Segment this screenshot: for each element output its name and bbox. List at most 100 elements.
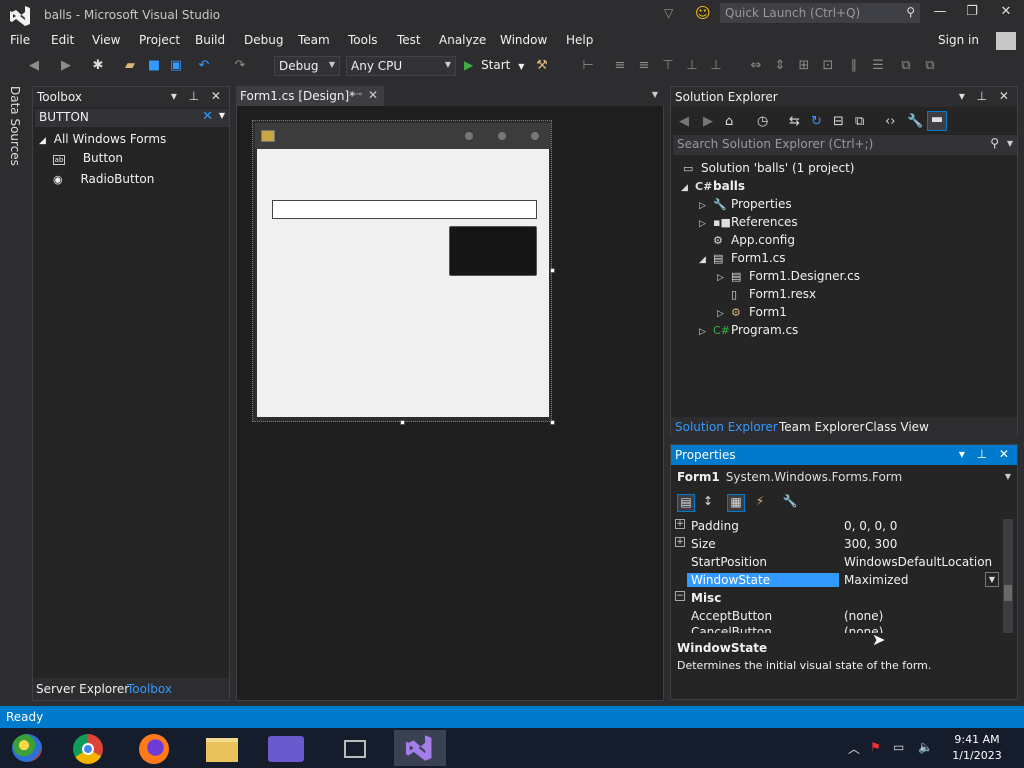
bring-to-front-icon[interactable]: ⧉ <box>898 58 914 74</box>
taskbar-visual-studio[interactable] <box>394 730 446 766</box>
resize-handle-corner[interactable] <box>550 420 555 425</box>
node-form1-resx[interactable]: ▯ Form1.resx <box>731 287 816 301</box>
node-properties[interactable]: ▷ 🔧 Properties <box>699 197 792 211</box>
feedback-smiley-icon[interactable]: ☺ <box>695 4 711 22</box>
alphabetical-view-icon[interactable]: ↕ <box>699 494 717 512</box>
tab-solution-explorer[interactable]: Solution Explorer <box>675 420 778 434</box>
menu-help[interactable]: Help <box>566 33 593 47</box>
panel-controls[interactable]: ▾ ⊥ ✕ <box>959 89 1013 103</box>
form-textbox-control[interactable] <box>272 200 537 219</box>
expand-plus-icon[interactable]: + <box>675 537 685 547</box>
forward-icon[interactable]: ▶ <box>703 114 713 129</box>
node-app-config[interactable]: ⚙ App.config <box>713 233 795 247</box>
node-program-cs[interactable]: ▷ C#Program.cs <box>699 323 798 337</box>
menu-debug[interactable]: Debug <box>244 33 283 47</box>
refresh-icon[interactable]: ↻ <box>811 114 822 129</box>
properties-object-selector[interactable]: Form1 System.Windows.Forms.Form <box>677 470 902 484</box>
sign-in-link[interactable]: Sign in <box>938 33 979 47</box>
tab-form1-design[interactable]: Form1.cs [Design]* ⊸ ✕ <box>236 86 384 106</box>
align-rights-icon[interactable]: ≡ <box>636 58 652 74</box>
tab-toolbox[interactable]: Toolbox <box>127 682 172 696</box>
toolbox-item-radiobutton[interactable]: ◉ RadioButton <box>53 172 154 186</box>
new-project-icon[interactable]: ✱ <box>90 58 106 74</box>
node-references[interactable]: ▷ ▪■References <box>699 215 798 229</box>
send-to-back-icon[interactable]: ⧉ <box>922 58 938 74</box>
collapse-all-icon[interactable]: ⊟ <box>833 114 844 129</box>
property-value[interactable]: Maximized <box>844 573 908 587</box>
project-node[interactable]: ◢ C#balls <box>681 179 745 193</box>
minimize-button[interactable]: — <box>926 4 954 24</box>
menu-test[interactable]: Test <box>397 33 421 47</box>
open-file-icon[interactable]: ▰ <box>122 58 138 74</box>
property-row-size[interactable]: + Size 300, 300 <box>671 535 1001 553</box>
taskbar-firefox[interactable] <box>128 730 180 766</box>
scrollbar-thumb[interactable] <box>1004 585 1012 601</box>
node-form1-designer-cs[interactable]: ▷ ▤ Form1.Designer.cs <box>717 269 860 283</box>
chevron-down-icon[interactable]: ▼ <box>985 572 999 587</box>
property-row-acceptbutton[interactable]: AcceptButton (none) <box>671 607 1001 625</box>
align-lefts-icon[interactable]: ⊢ <box>580 58 596 74</box>
property-value[interactable]: WindowsDefaultLocation <box>844 555 992 569</box>
chevron-down-icon[interactable]: ▼ <box>1005 472 1011 481</box>
chevron-down-icon[interactable]: ▼ <box>1007 139 1013 148</box>
menu-team[interactable]: Team <box>298 33 330 47</box>
property-category-misc[interactable]: − Misc <box>671 589 1001 607</box>
tab-class-view[interactable]: Class View <box>865 420 929 434</box>
network-icon[interactable]: ▭ <box>893 740 904 754</box>
navigate-forward-icon[interactable]: ▶ <box>58 58 74 74</box>
system-clock[interactable]: 9:41 AM 1/1/2023 <box>946 732 1008 764</box>
taskbar-people-app[interactable] <box>260 730 312 766</box>
undo-icon[interactable]: ↶ <box>196 58 212 74</box>
node-form1-cs[interactable]: ◢ ▤ Form1.cs <box>699 251 786 265</box>
align-tops-icon[interactable]: ⊤ <box>660 58 676 74</box>
preview-selected-items-icon[interactable]: ▬ <box>927 111 947 131</box>
resize-handle-bottom[interactable] <box>400 420 405 425</box>
property-pages-icon[interactable]: 🔧 <box>781 494 799 512</box>
solution-platform-select[interactable]: Any CPU ▼ <box>346 56 456 76</box>
tab-server-explorer[interactable]: Server Explorer <box>36 682 129 696</box>
show-all-files-icon[interactable]: ⧉ <box>855 114 864 129</box>
property-row-startposition[interactable]: StartPosition WindowsDefaultLocation <box>671 553 1001 571</box>
action-center-flag-icon[interactable]: ⚑ <box>870 740 881 754</box>
properties-view-icon[interactable]: ▦ <box>727 494 745 512</box>
vertical-spacing-icon[interactable]: ☰ <box>870 58 886 74</box>
toolbox-search-input[interactable]: BUTTON ✕ ▼ <box>35 109 229 127</box>
taskbar-chrome[interactable] <box>62 730 114 766</box>
sync-with-active-document-icon[interactable]: ⇆ <box>789 114 800 129</box>
pending-changes-filter-icon[interactable]: ◷ <box>757 114 768 129</box>
start-button[interactable] <box>2 730 54 766</box>
clear-search-icon[interactable]: ✕ <box>202 109 213 124</box>
tab-team-explorer[interactable]: Team Explorer <box>779 420 865 434</box>
make-same-height-icon[interactable]: ⇕ <box>772 58 788 74</box>
menu-view[interactable]: View <box>92 33 120 47</box>
properties-wrench-icon[interactable]: 🔧 <box>907 114 923 129</box>
taskbar-file-explorer[interactable] <box>196 730 248 766</box>
menu-project[interactable]: Project <box>139 33 180 47</box>
pin-icon[interactable]: ⊸ <box>354 89 362 100</box>
home-icon[interactable]: ⌂ <box>725 114 733 129</box>
align-centers-icon[interactable]: ≡ <box>612 58 628 74</box>
form1-design-frame[interactable] <box>252 120 552 422</box>
form-client-area[interactable] <box>257 149 549 417</box>
filter-icon[interactable]: ▽ <box>664 6 673 20</box>
save-icon[interactable]: ■ <box>146 58 162 74</box>
solution-node[interactable]: ▭ Solution 'balls' (1 project) <box>683 161 854 175</box>
toolbox-item-button[interactable]: ab Button <box>53 151 123 165</box>
events-view-icon[interactable]: ⚡ <box>751 494 769 512</box>
view-code-icon[interactable]: ‹› <box>885 114 895 129</box>
make-same-width-icon[interactable]: ⇔ <box>748 58 764 74</box>
align-middles-icon[interactable]: ⊥ <box>684 58 700 74</box>
collapse-minus-icon[interactable]: − <box>675 591 685 601</box>
menu-file[interactable]: File <box>10 33 30 47</box>
solution-configuration-select[interactable]: Debug ▼ <box>274 56 340 76</box>
resize-handle-right[interactable] <box>550 268 555 273</box>
chevron-down-icon[interactable]: ▼ <box>219 111 225 120</box>
volume-icon[interactable]: 🔈 <box>918 740 933 754</box>
quick-launch-input[interactable]: Quick Launch (Ctrl+Q) ⚲ <box>720 3 920 23</box>
menu-edit[interactable]: Edit <box>51 33 74 47</box>
form-button-control[interactable] <box>449 226 537 276</box>
properties-scrollbar[interactable] <box>1003 519 1013 633</box>
property-value[interactable]: 0, 0, 0, 0 <box>844 519 897 533</box>
close-button[interactable]: ✕ <box>992 4 1020 24</box>
panel-controls[interactable]: ▾ ⊥ ✕ <box>171 89 225 103</box>
